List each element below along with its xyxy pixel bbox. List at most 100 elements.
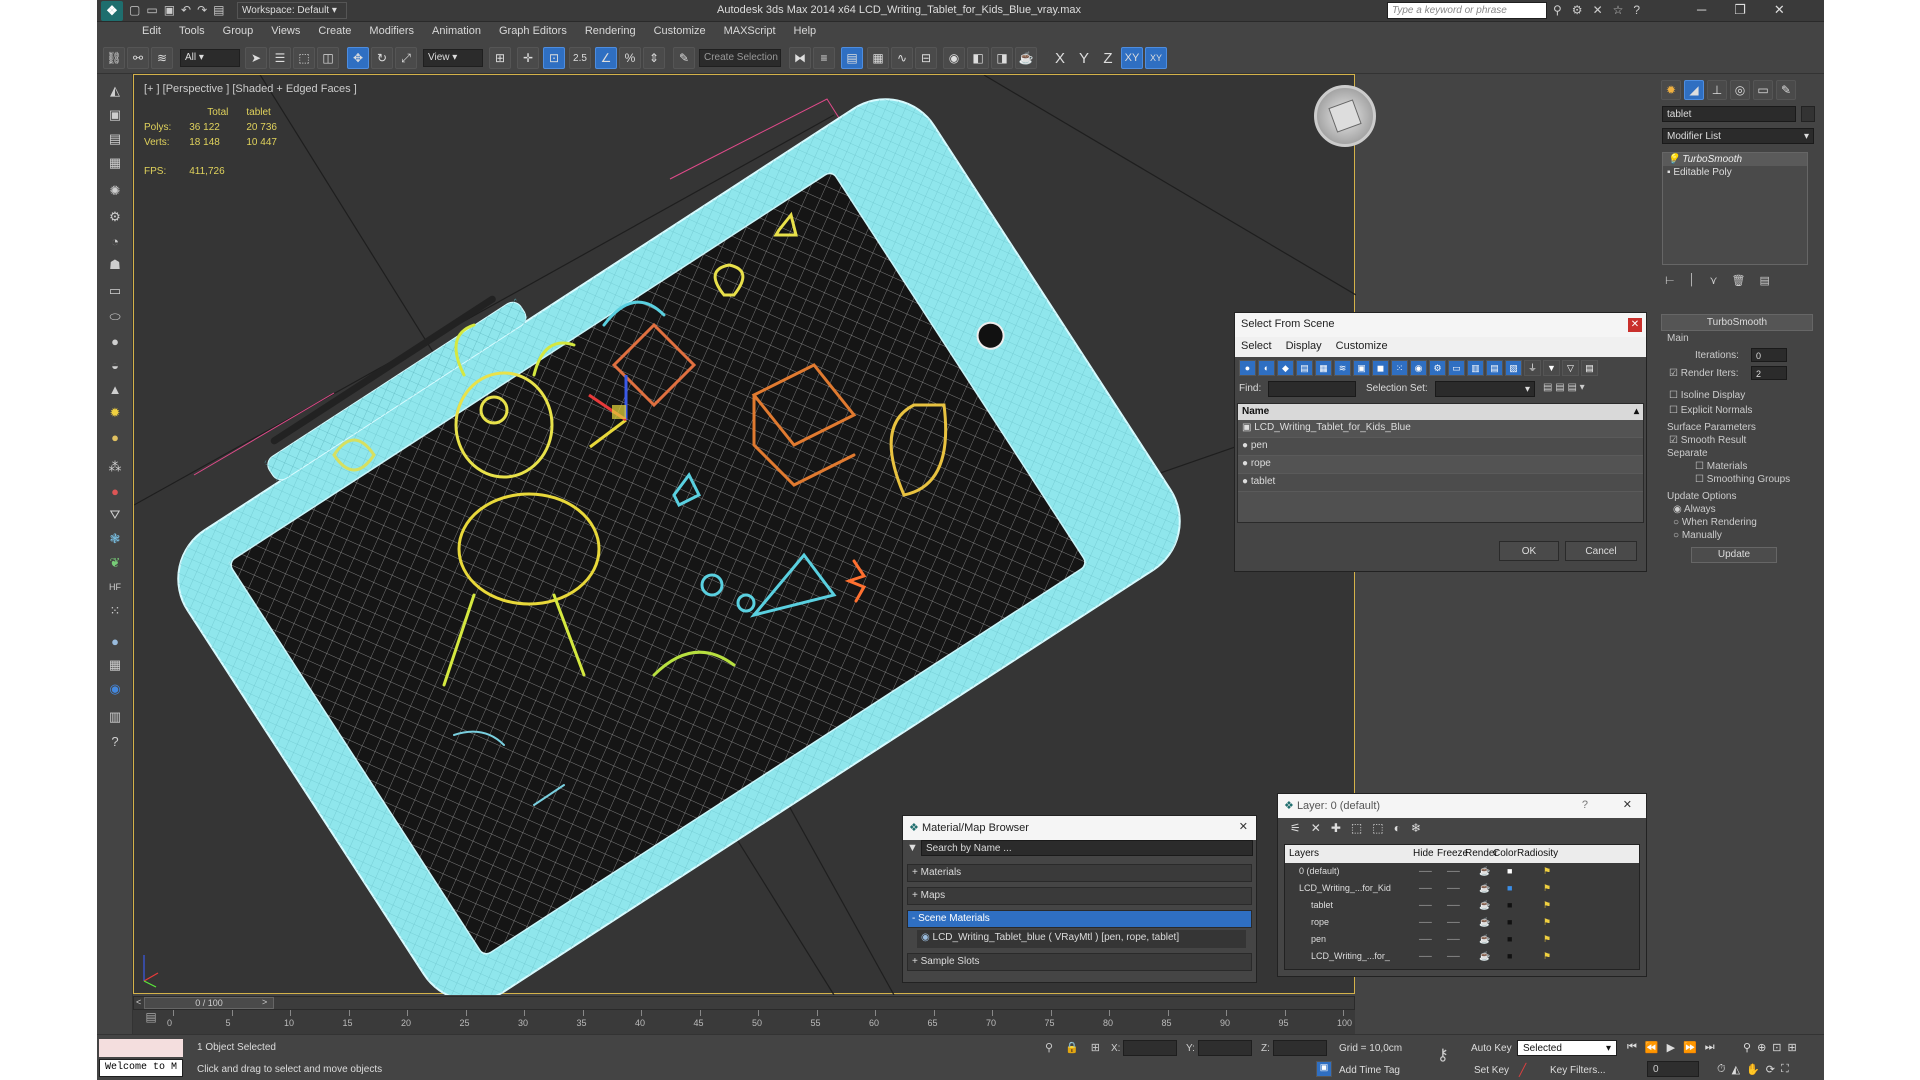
- layer-dialog-close-icon[interactable]: ✕: [1623, 798, 1632, 811]
- graphite-icon[interactable]: ▦: [867, 47, 889, 69]
- manipulate-icon[interactable]: ✛: [517, 47, 539, 69]
- layer-row[interactable]: rope ── ── ☕ ■ ⚑: [1285, 914, 1639, 931]
- edit-named-sel-icon[interactable]: ✎: [673, 47, 695, 69]
- fov-icon[interactable]: ◭: [1732, 1063, 1740, 1076]
- axis-xy-cycle-button[interactable]: XY: [1145, 47, 1167, 69]
- binoculars-icon[interactable]: ⚲: [1553, 3, 1562, 17]
- viewport-label[interactable]: [+ ] [Perspective ] [Shaded + Edged Face…: [144, 83, 357, 95]
- add-time-tag[interactable]: Add Time Tag: [1339, 1065, 1400, 1076]
- help-search-input[interactable]: Type a keyword or phrase: [1387, 2, 1547, 19]
- freeze-toggle[interactable]: ──: [1447, 914, 1460, 931]
- highlight-layer-icon[interactable]: ⬚: [1372, 821, 1383, 837]
- hide-toggle[interactable]: ──: [1419, 897, 1432, 914]
- create-tab-icon[interactable]: ✹: [1661, 80, 1681, 100]
- keyboard-shortcut-icon[interactable]: ⊡: [543, 47, 565, 69]
- sphere-icon[interactable]: ●: [104, 330, 126, 352]
- object-color-swatch[interactable]: [1801, 106, 1815, 122]
- menu-create[interactable]: Create: [309, 22, 360, 40]
- rendered-frame-icon[interactable]: ◨: [991, 47, 1013, 69]
- track-view-icon[interactable]: ▦: [104, 152, 126, 174]
- key-filters-button[interactable]: Key Filters...: [1550, 1065, 1606, 1076]
- radiosity-icon[interactable]: ⚑: [1543, 897, 1551, 914]
- time-config-icon[interactable]: ⏱: [1717, 1063, 1726, 1076]
- menu-modifiers[interactable]: Modifiers: [360, 22, 423, 40]
- select-menu-display[interactable]: Display: [1286, 340, 1322, 354]
- hemisphere-icon[interactable]: ◒: [104, 354, 126, 376]
- close-icon[interactable]: ✕: [1774, 2, 1785, 18]
- select-filter-icon-5[interactable]: ≋: [1334, 360, 1351, 376]
- prev-key-icon[interactable]: ⏪: [1645, 1041, 1659, 1054]
- modifier-list-dropdown[interactable]: Modifier List ▾: [1662, 128, 1814, 144]
- materials-checkbox[interactable]: ☐: [1695, 461, 1704, 472]
- render-iters-checkbox[interactable]: ☑: [1669, 368, 1678, 379]
- render-teapot-icon[interactable]: ☕: [1479, 863, 1490, 880]
- dynamics-icon[interactable]: ●: [104, 480, 126, 502]
- align-icon[interactable]: ≡: [813, 47, 835, 69]
- freeze-toggle[interactable]: ──: [1447, 880, 1460, 897]
- open-icon[interactable]: ▭: [146, 3, 157, 17]
- name-column-header[interactable]: Name ▴: [1238, 404, 1643, 420]
- menu-maxscript[interactable]: MAXScript: [715, 22, 785, 40]
- select-filter-icon-13[interactable]: ▤: [1486, 360, 1503, 376]
- hide-toggle[interactable]: ──: [1419, 948, 1432, 965]
- when-rendering-radio[interactable]: ○: [1673, 517, 1679, 528]
- select-filter-icon-17[interactable]: ▽: [1562, 360, 1579, 376]
- stack-item-editable-poly[interactable]: ▪ Editable Poly: [1663, 166, 1807, 179]
- graphite-tools-icon[interactable]: ◭: [104, 80, 126, 102]
- bind-spacewarp-icon[interactable]: ≋: [151, 47, 173, 69]
- next-frame-icon[interactable]: >: [262, 997, 267, 1007]
- iterations-spinner[interactable]: 0: [1751, 348, 1787, 362]
- render-teapot-icon[interactable]: ☕: [1479, 897, 1490, 914]
- layer-row[interactable]: LCD_Writing_...for_Kid ── ── ☕ ■ ⚑: [1285, 880, 1639, 897]
- select-dialog-close-icon[interactable]: ✕: [1628, 318, 1642, 332]
- select-filter-icon-7[interactable]: ◼: [1372, 360, 1389, 376]
- layer-dialog-help[interactable]: ?: [1582, 799, 1588, 811]
- layer-row[interactable]: tablet ── ── ☕ ■ ⚑: [1285, 897, 1639, 914]
- select-menu-select[interactable]: Select: [1241, 340, 1272, 354]
- teapot-icon[interactable]: ●: [104, 426, 126, 448]
- select-filter-icon-0[interactable]: ●: [1239, 360, 1256, 376]
- freeze-toggle[interactable]: ──: [1447, 931, 1460, 948]
- scene-object-item[interactable]: ● rope: [1238, 456, 1643, 474]
- exchange-icon[interactable]: ✕: [1593, 3, 1603, 17]
- material-editor-icon[interactable]: ◉: [943, 47, 965, 69]
- layer-color-swatch[interactable]: ■: [1507, 880, 1512, 897]
- layer-row[interactable]: 0 (default) ── ── ☕ ■ ⚑: [1285, 863, 1639, 880]
- selset-tools-icon[interactable]: ▤ ▤ ▤ ▾: [1543, 382, 1585, 393]
- box-icon[interactable]: ▭: [104, 280, 126, 302]
- camera-icon[interactable]: ⛛: [104, 504, 126, 526]
- time-slider-thumb[interactable]: 0 / 100: [144, 997, 274, 1009]
- hide-toggle[interactable]: ──: [1419, 863, 1432, 880]
- ref-coord-dropdown[interactable]: View ▾: [423, 49, 483, 67]
- help-icon[interactable]: ?: [1633, 3, 1640, 17]
- window-crossing-icon[interactable]: ◫: [317, 47, 339, 69]
- isolate-icon[interactable]: ⚲: [1045, 1041, 1053, 1054]
- pin-stack-icon[interactable]: ⊢: [1665, 274, 1675, 287]
- modify-tab-icon[interactable]: ◢: [1684, 80, 1704, 100]
- menu-views[interactable]: Views: [262, 22, 309, 40]
- render-teapot-icon[interactable]: ☕: [1479, 931, 1490, 948]
- select-filter-icon-18[interactable]: ▤: [1581, 360, 1598, 376]
- snap-toggle-icon[interactable]: 2.5: [569, 47, 591, 69]
- sample-slots-group[interactable]: + Sample Slots: [907, 953, 1252, 971]
- link-icon[interactable]: ⛓: [103, 47, 125, 69]
- pan-icon[interactable]: ✋: [1746, 1063, 1760, 1076]
- zoom-icon[interactable]: ⚲: [1743, 1041, 1751, 1054]
- help-circle-icon[interactable]: ?: [104, 730, 126, 752]
- x-coord-field[interactable]: [1123, 1040, 1177, 1056]
- select-object-icon[interactable]: ➤: [245, 47, 267, 69]
- absolute-mode-icon[interactable]: ⊞: [1091, 1041, 1100, 1054]
- new-icon[interactable]: ▢: [129, 3, 140, 17]
- radiosity-icon[interactable]: ⚑: [1543, 880, 1551, 897]
- zoom-extents-all-icon[interactable]: ⊞: [1788, 1041, 1797, 1054]
- menu-customize[interactable]: Customize: [645, 22, 715, 40]
- layer-color-swatch[interactable]: ■: [1507, 948, 1512, 965]
- axis-z-button[interactable]: Z: [1097, 47, 1119, 69]
- select-menu-customize[interactable]: Customize: [1336, 340, 1388, 354]
- menu-help[interactable]: Help: [785, 22, 826, 40]
- play-icon[interactable]: ▶: [1667, 1041, 1675, 1054]
- select-by-name-icon[interactable]: ☰: [269, 47, 291, 69]
- select-filter-icon-4[interactable]: ▦: [1315, 360, 1332, 376]
- layer-explorer-icon[interactable]: ▤: [104, 128, 126, 150]
- delete-layer-icon[interactable]: ✕: [1311, 821, 1321, 837]
